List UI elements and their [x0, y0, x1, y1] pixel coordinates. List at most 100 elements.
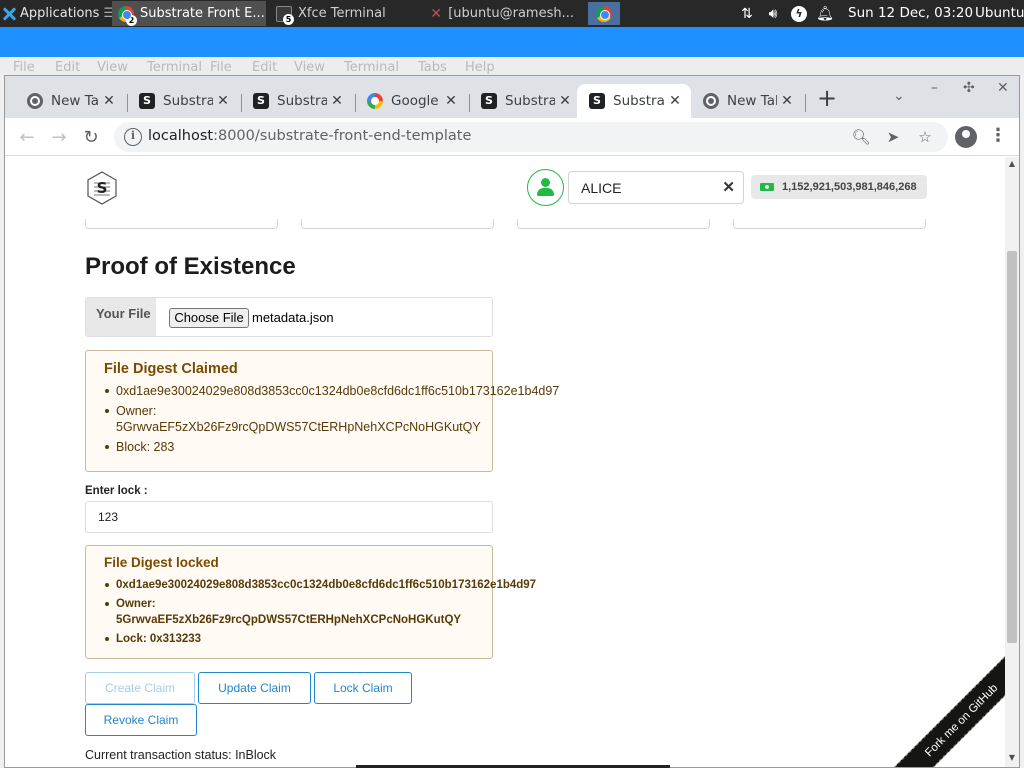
applications-label: Applications — [20, 6, 100, 21]
lock-input-label: Enter lock : — [85, 485, 148, 497]
network-icon[interactable]: ⇅ — [736, 0, 758, 27]
close-tab-icon[interactable]: ✕ — [441, 93, 461, 109]
bookmark-star-icon[interactable]: ☆ — [914, 126, 936, 148]
selected-file-name: metadata.json — [252, 310, 334, 325]
tab-google[interactable]: Google ✕ — [355, 84, 467, 118]
tab-title: Substrate — [277, 93, 327, 109]
balance-value: 1,152,921,503,981,846,268 — [782, 181, 917, 193]
taskbar-item-browser[interactable]: 2 Substrate Front E... — [112, 1, 266, 26]
claimed-message: File Digest Claimed 0xd1ae9e30024029e808… — [85, 350, 559, 472]
notification-bell-icon[interactable]: 🔔︎ — [814, 0, 836, 27]
list-item: Owner: 5GrwvaEF5zXb26Fz9rcQpDWS57CtERHpNe… — [104, 403, 559, 435]
page-scrollbar[interactable]: ▲ ▼ — [1005, 157, 1019, 767]
taskbar-item-terminal[interactable]: 5 Xfce Terminal — [270, 1, 420, 26]
page-content: S ALICE ✕ 1,152,921,503,981,846,268 Proo… — [5, 157, 1005, 767]
chrome-icon — [596, 5, 612, 22]
taskbar-item-remote[interactable]: ✕ [ubuntu@ramesh... — [424, 1, 580, 26]
app-header: S ALICE ✕ 1,152,921,503,981,846,268 — [5, 157, 1005, 219]
profile-avatar-icon[interactable] — [955, 126, 977, 148]
tab-title: Substrate — [613, 93, 665, 109]
terminal-icon: 5 — [276, 5, 294, 25]
tab-substrate[interactable]: Substrate ✕ — [127, 84, 239, 118]
site-info-icon[interactable]: i — [124, 128, 142, 146]
close-window-icon[interactable]: ✕ — [997, 80, 1009, 96]
url-text[interactable]: localhost:8000/substrate-front-end-templ… — [148, 128, 471, 144]
account-name: ALICE — [581, 180, 622, 196]
close-tab-icon[interactable]: ✕ — [777, 93, 797, 109]
menu-kebab-icon[interactable]: ⋮ — [989, 126, 1007, 148]
maximize-icon[interactable]: ✣ — [963, 80, 975, 96]
close-tab-icon[interactable]: ✕ — [327, 93, 347, 109]
send-icon[interactable]: ➤ — [882, 126, 904, 148]
user-menu[interactable]: Ubuntu — [975, 0, 1024, 27]
tab-new-tab[interactable]: New Tab ✕ — [15, 84, 125, 118]
account-user-icon[interactable] — [527, 169, 564, 206]
list-item: Block: 283 — [104, 439, 559, 455]
svg-text:S: S — [97, 179, 108, 197]
back-icon[interactable]: ← — [14, 124, 40, 150]
close-tab-icon[interactable]: ✕ — [665, 93, 685, 109]
update-claim-button[interactable]: Update Claim — [198, 672, 311, 704]
tab-title: Substrate — [505, 93, 555, 109]
list-item: 0xd1ae9e30024029e808d3853cc0c1324db0e8cf… — [104, 383, 559, 399]
choose-file-button[interactable]: Choose File — [169, 308, 249, 328]
x-app-icon: ✕ — [430, 5, 442, 22]
money-icon — [760, 183, 774, 191]
taskbar-label: Xfce Terminal — [298, 6, 386, 21]
clock[interactable]: Sun 12 Dec, 03:20 — [848, 0, 973, 27]
lock-claim-button[interactable]: Lock Claim — [314, 672, 412, 704]
chrome-icon: 2 — [118, 5, 137, 26]
reload-icon[interactable]: ↻ — [78, 124, 104, 150]
tab-title: Google — [391, 93, 439, 109]
claimed-header: File Digest Claimed — [104, 361, 238, 377]
revoke-claim-button[interactable]: Revoke Claim — [85, 704, 197, 736]
tab-new-tab[interactable]: New Tab ✕ — [691, 84, 803, 118]
close-tab-icon[interactable]: ✕ — [555, 93, 575, 109]
lock-input[interactable]: 123 — [85, 501, 493, 533]
substrate-icon — [253, 93, 269, 109]
substrate-icon — [589, 93, 605, 109]
applications-menu[interactable]: Applications ☰ — [2, 0, 115, 27]
substrate-icon — [481, 93, 497, 109]
browser-window: New Tab ✕ Substrate ✕ Substrate ✕ Google… — [4, 75, 1020, 768]
balance-label: 1,152,921,503,981,846,268 — [751, 175, 927, 199]
account-selector[interactable]: ALICE ✕ — [568, 171, 744, 204]
substrate-logo-icon[interactable]: S — [85, 171, 119, 205]
tab-substrate[interactable]: Substrate ✕ — [241, 84, 353, 118]
background-window-titlebar — [0, 27, 1024, 57]
tab-search-icon[interactable]: ⌄ — [893, 88, 905, 104]
forward-icon[interactable]: → — [46, 124, 72, 150]
zoom-icon[interactable]: 🔍︎ — [850, 126, 872, 148]
tab-title: Substrate — [163, 93, 213, 109]
locked-list: 0xd1ae9e30024029e808d3853cc0c1324db0e8cf… — [104, 577, 536, 650]
transaction-status: Current transaction status: InBlock — [85, 748, 277, 762]
scroll-down-icon[interactable]: ▼ — [1005, 751, 1019, 765]
address-bar[interactable]: i localhost:8000/substrate-front-end-tem… — [114, 122, 948, 152]
fork-on-github-ribbon[interactable]: Fork me on GitHub — [883, 642, 1005, 767]
volume-icon[interactable]: 🔊︎ — [762, 0, 784, 27]
minimize-icon[interactable]: – — [931, 80, 938, 96]
chrome-icon — [27, 93, 43, 109]
scroll-thumb[interactable] — [1007, 251, 1017, 643]
tab-substrate[interactable]: Substrate ✕ — [469, 84, 581, 118]
power-icon[interactable]: ϟ — [788, 0, 810, 27]
browser-toolbar: ← → ↻ i localhost:8000/substrate-front-e… — [5, 118, 1019, 156]
substrate-icon — [139, 93, 155, 109]
create-claim-button[interactable]: Create Claim — [85, 672, 195, 704]
list-item: 0xd1ae9e30024029e808d3853cc0c1324db0e8cf… — [104, 577, 536, 593]
page-title: Proof of Existence — [85, 253, 296, 280]
close-tab-icon[interactable]: ✕ — [213, 93, 233, 109]
new-tab-button[interactable]: + — [813, 84, 841, 114]
tab-substrate-active[interactable]: Substrate ✕ — [577, 84, 691, 118]
tab-title: New Tab — [727, 93, 777, 109]
taskbar-item-chrome[interactable] — [588, 2, 620, 25]
file-input-field: Your File Choose File metadata.json — [85, 297, 493, 337]
clear-icon[interactable]: ✕ — [722, 178, 735, 196]
chrome-icon — [703, 93, 719, 109]
scroll-up-icon[interactable]: ▲ — [1005, 157, 1019, 171]
tab-title: New Tab — [51, 93, 99, 109]
google-icon — [367, 93, 383, 109]
locked-header: File Digest locked — [104, 555, 219, 570]
background-terminal-menubar: File Edit View Terminal File Edit View T… — [0, 57, 1024, 77]
close-tab-icon[interactable]: ✕ — [99, 93, 119, 109]
